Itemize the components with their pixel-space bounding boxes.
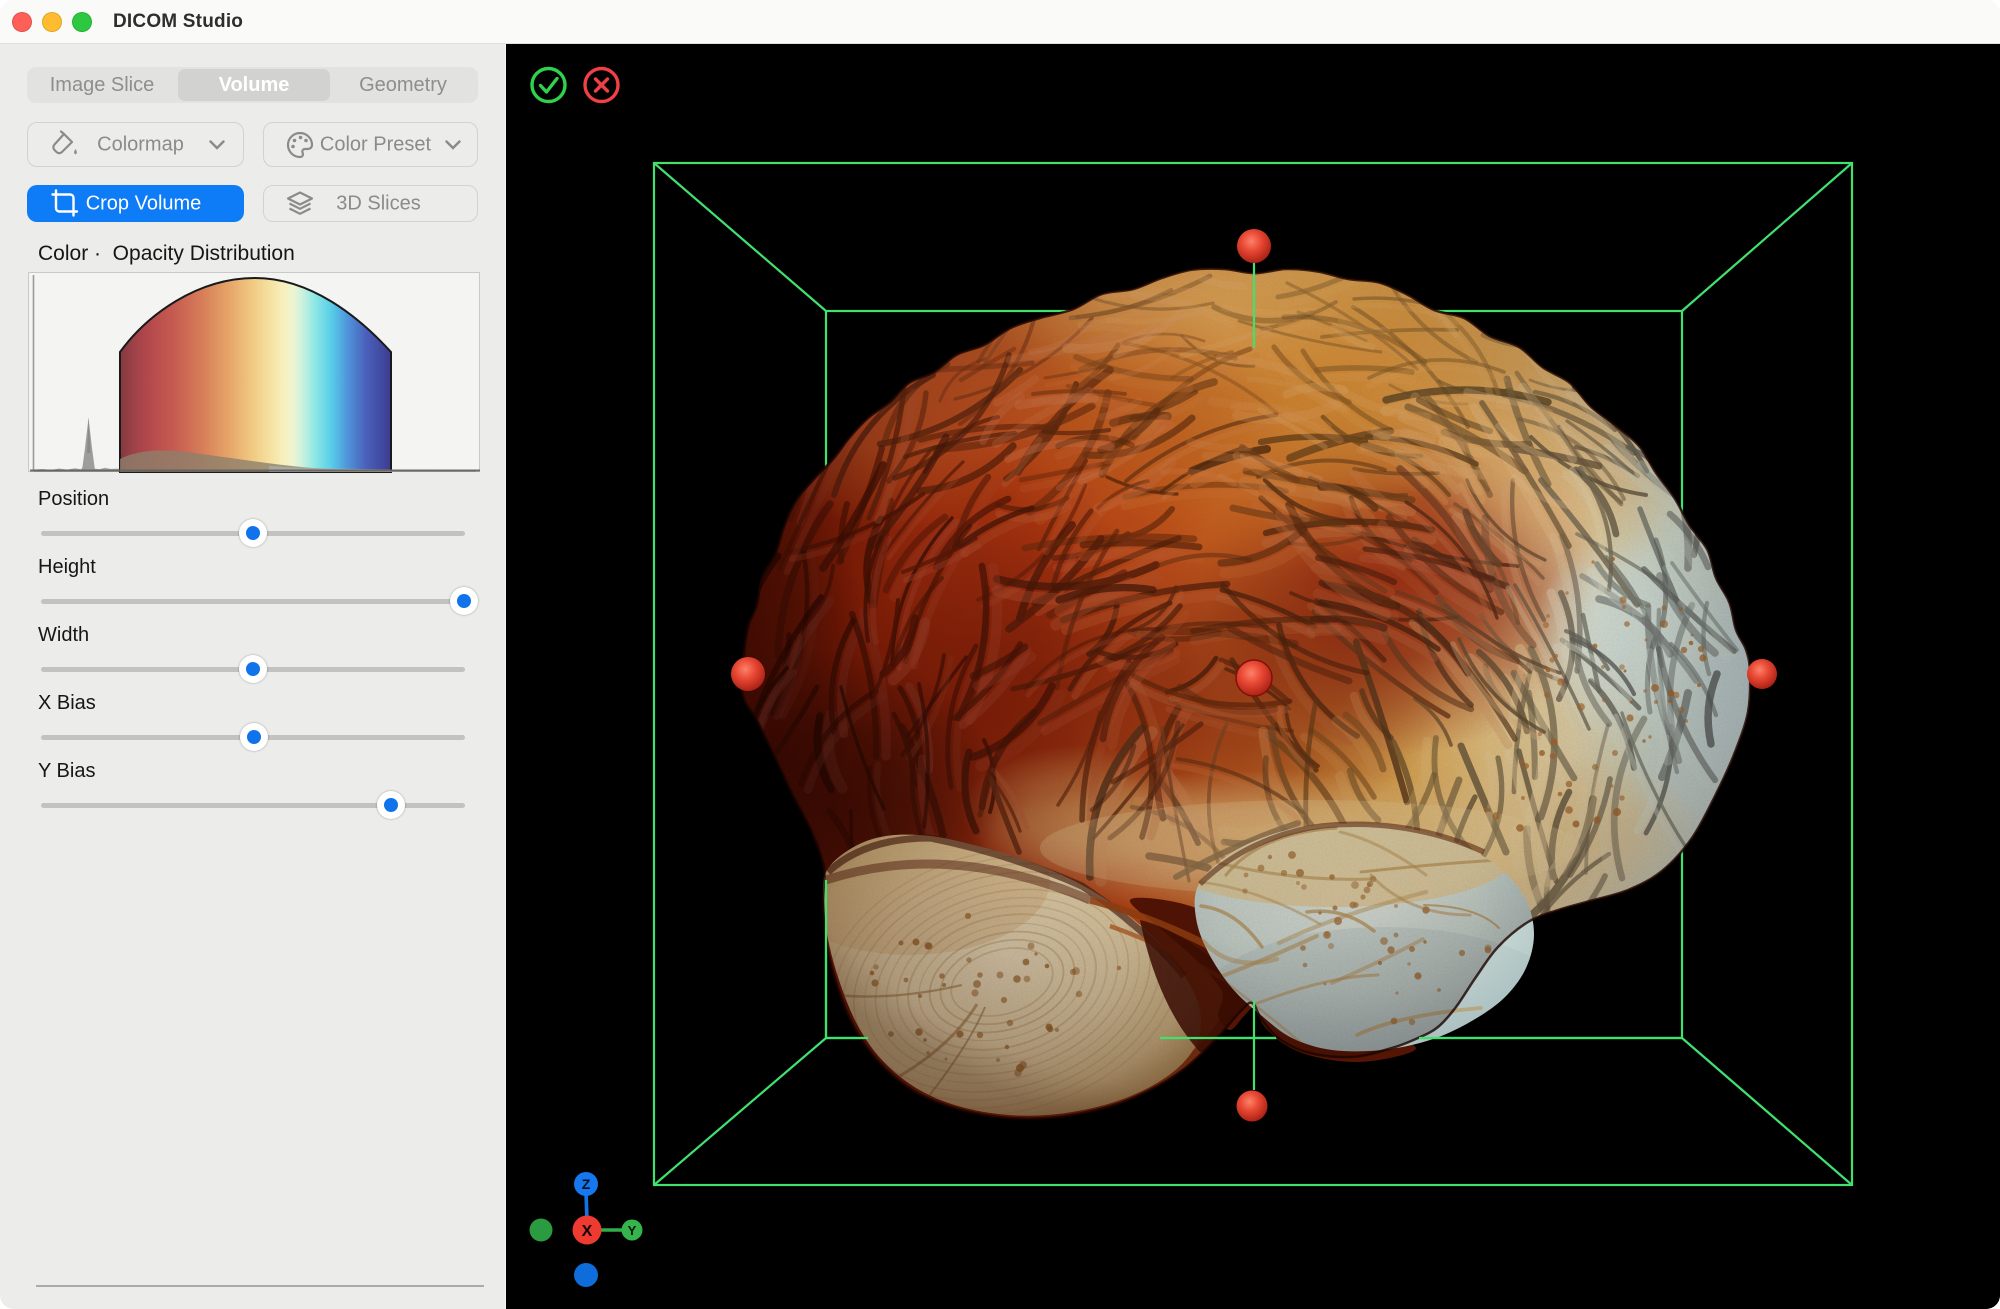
svg-text:X: X xyxy=(582,1223,593,1240)
svg-text:Y: Y xyxy=(628,1223,637,1238)
svg-text:Z: Z xyxy=(582,1176,591,1192)
